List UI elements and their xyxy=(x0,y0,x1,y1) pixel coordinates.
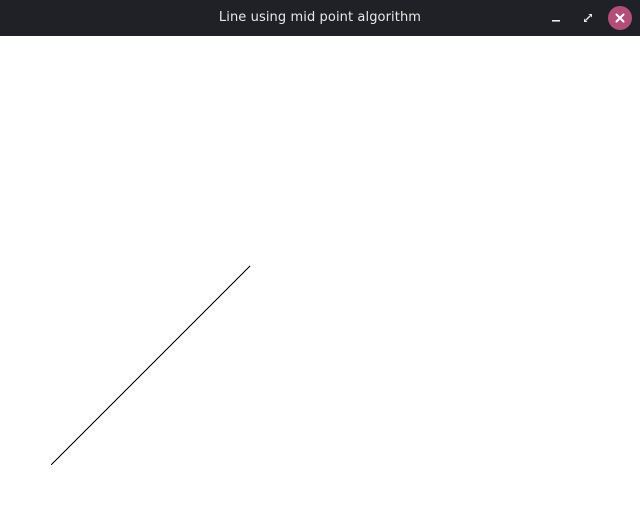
drawn-line xyxy=(50,265,251,466)
drawing-canvas[interactable] xyxy=(0,36,640,516)
close-button[interactable] xyxy=(608,6,632,30)
close-icon xyxy=(615,13,625,23)
line-drawing xyxy=(50,265,251,466)
window-controls xyxy=(544,6,632,30)
maximize-button[interactable] xyxy=(576,6,600,30)
minimize-button[interactable] xyxy=(544,6,568,30)
minimize-icon xyxy=(551,13,561,23)
title-bar[interactable]: Line using mid point algorithm xyxy=(0,0,640,36)
maximize-icon xyxy=(583,13,593,23)
app-window: Line using mid point algorithm xyxy=(0,0,640,516)
